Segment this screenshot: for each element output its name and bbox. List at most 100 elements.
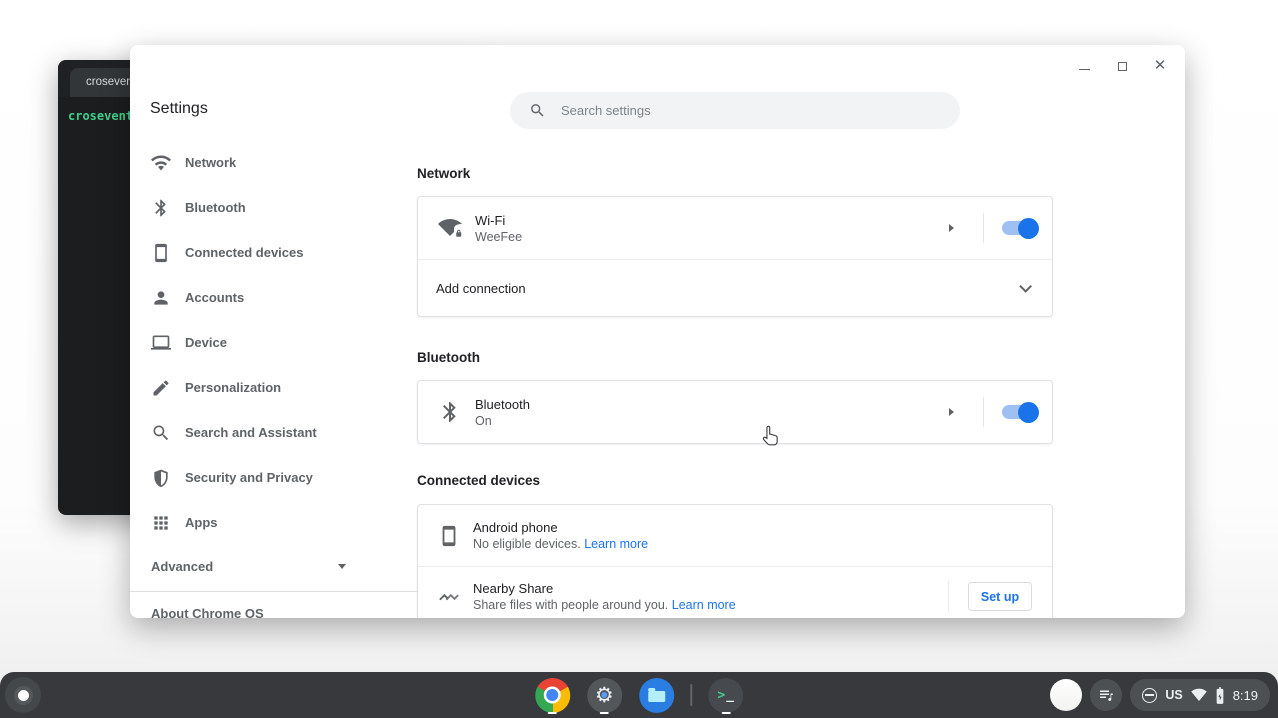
expand-chevron-icon[interactable] bbox=[1019, 280, 1032, 293]
person-icon bbox=[151, 288, 171, 308]
avatar[interactable] bbox=[1050, 679, 1082, 711]
bluetooth-toggle[interactable] bbox=[1002, 405, 1036, 419]
advanced-label: Advanced bbox=[151, 559, 213, 574]
search-placeholder: Search settings bbox=[561, 103, 651, 118]
clock: 8:19 bbox=[1233, 688, 1258, 703]
add-connection-row[interactable]: Add connection bbox=[418, 259, 1052, 316]
set-up-button[interactable]: Set up bbox=[968, 582, 1032, 611]
chromeos-desktop: crosevents crosevents ✕ Settings Search … bbox=[0, 0, 1278, 718]
arrow-right-icon bbox=[949, 408, 954, 416]
sidebar-item-bluetooth[interactable]: Bluetooth bbox=[130, 185, 430, 230]
bluetooth-icon bbox=[438, 400, 462, 424]
battery-charging-icon bbox=[1215, 687, 1225, 704]
nearby-share-row[interactable]: Nearby Share Share files with people aro… bbox=[418, 566, 1052, 618]
hand-cursor bbox=[760, 424, 781, 452]
wifi-network-name: WeeFee bbox=[475, 230, 522, 244]
magnifier-icon bbox=[151, 423, 171, 443]
add-connection-label: Add connection bbox=[436, 281, 526, 296]
wifi-row[interactable]: Wi-Fi WeeFee bbox=[418, 197, 1052, 259]
launcher-icon bbox=[14, 686, 33, 705]
section-heading-bluetooth: Bluetooth bbox=[417, 350, 480, 365]
sidebar-item-label: Apps bbox=[185, 515, 218, 530]
chevron-down-icon bbox=[338, 564, 346, 569]
sidebar-item-apps[interactable]: Apps bbox=[130, 500, 430, 545]
sidebar-advanced-expander[interactable]: Advanced bbox=[130, 545, 430, 587]
row-separator bbox=[983, 213, 984, 243]
launcher-button[interactable] bbox=[5, 677, 41, 713]
arrow-right-icon bbox=[949, 224, 954, 232]
bluetooth-title: Bluetooth bbox=[475, 397, 530, 412]
learn-more-link[interactable]: Learn more bbox=[672, 598, 736, 612]
system-tray: US 8:19 bbox=[1050, 672, 1270, 718]
connected-devices-card: Android phone No eligible devices. Learn… bbox=[417, 504, 1053, 618]
queue-music-icon bbox=[1097, 686, 1115, 704]
window-controls: ✕ bbox=[1077, 57, 1167, 75]
sidebar-item-label: Security and Privacy bbox=[185, 470, 313, 485]
section-heading-network: Network bbox=[417, 166, 470, 181]
shelf-divider bbox=[690, 684, 692, 706]
shelf: ⚙ >_ US 8:19 bbox=[0, 672, 1278, 718]
shelf-item-settings[interactable]: ⚙ bbox=[586, 676, 622, 714]
nearby-share-title: Nearby Share bbox=[473, 581, 736, 596]
smartphone-icon bbox=[151, 243, 171, 263]
sidebar-item-label: Connected devices bbox=[185, 245, 304, 260]
android-phone-subtitle: No eligible devices. Learn more bbox=[473, 537, 648, 551]
maximize-button[interactable] bbox=[1115, 59, 1129, 73]
laptop-icon bbox=[151, 333, 171, 353]
running-indicator bbox=[548, 712, 557, 715]
sidebar-item-label: Search and Assistant bbox=[185, 425, 317, 440]
keyboard-layout-label: US bbox=[1165, 688, 1182, 702]
sidebar-item-accounts[interactable]: Accounts bbox=[130, 275, 430, 320]
wifi-toggle[interactable] bbox=[1002, 221, 1036, 235]
section-heading-connected-devices: Connected devices bbox=[417, 473, 540, 488]
row-separator bbox=[948, 581, 949, 612]
shelf-apps: ⚙ >_ bbox=[534, 672, 744, 718]
page-title: Settings bbox=[150, 100, 208, 118]
bluetooth-icon bbox=[151, 198, 171, 218]
shelf-item-files[interactable] bbox=[638, 676, 674, 714]
sidebar-item-label: Accounts bbox=[185, 290, 244, 305]
row-separator bbox=[983, 397, 984, 427]
sidebar-item-label: Bluetooth bbox=[185, 200, 246, 215]
bluetooth-state: On bbox=[475, 414, 530, 428]
learn-more-link[interactable]: Learn more bbox=[584, 537, 648, 551]
settings-window: ✕ Settings Search settings Network Bluet… bbox=[130, 45, 1185, 618]
notification-queue-button[interactable] bbox=[1090, 679, 1122, 711]
sidebar-item-security-privacy[interactable]: Security and Privacy bbox=[130, 455, 430, 500]
apps-grid-icon bbox=[151, 513, 171, 533]
nearby-share-subtitle: Share files with people around you. Lear… bbox=[473, 598, 736, 612]
sidebar-item-connected-devices[interactable]: Connected devices bbox=[130, 230, 430, 275]
android-phone-icon bbox=[438, 525, 460, 547]
sidebar-item-personalization[interactable]: Personalization bbox=[130, 365, 430, 410]
status-area[interactable]: US 8:19 bbox=[1130, 679, 1270, 711]
close-button[interactable]: ✕ bbox=[1153, 59, 1167, 73]
android-phone-title: Android phone bbox=[473, 520, 648, 535]
shield-icon bbox=[151, 468, 171, 488]
brush-icon bbox=[151, 378, 171, 398]
android-phone-row[interactable]: Android phone No eligible devices. Learn… bbox=[418, 505, 1052, 566]
sidebar-item-label: Personalization bbox=[185, 380, 281, 395]
terminal-icon: >_ bbox=[708, 678, 743, 713]
wifi-title: Wi-Fi bbox=[475, 213, 522, 228]
settings-gear-icon: ⚙ bbox=[587, 678, 622, 713]
running-indicator bbox=[721, 712, 730, 715]
search-input[interactable]: Search settings bbox=[510, 92, 960, 129]
minimize-button[interactable] bbox=[1077, 59, 1091, 73]
sidebar-item-network[interactable]: Network bbox=[130, 140, 430, 185]
bluetooth-row[interactable]: Bluetooth On bbox=[418, 381, 1052, 443]
sidebar-item-label: Device bbox=[185, 335, 227, 350]
shelf-item-terminal[interactable]: >_ bbox=[708, 676, 744, 714]
sidebar-item-device[interactable]: Device bbox=[130, 320, 430, 365]
sidebar-divider bbox=[130, 591, 430, 592]
sidebar: Network Bluetooth Connected devices Acco… bbox=[130, 140, 430, 618]
network-card: Wi-Fi WeeFee Add connection bbox=[417, 196, 1053, 317]
shelf-item-chrome[interactable] bbox=[534, 676, 570, 714]
nearby-share-icon bbox=[438, 586, 460, 608]
sidebar-item-about-chromeos[interactable]: About Chrome OS bbox=[130, 606, 430, 618]
sidebar-item-label: Network bbox=[185, 155, 236, 170]
do-not-disturb-icon bbox=[1142, 688, 1157, 703]
wifi-lock-icon bbox=[438, 216, 462, 240]
wifi-icon bbox=[151, 153, 171, 173]
sidebar-item-search-assistant[interactable]: Search and Assistant bbox=[130, 410, 430, 455]
bluetooth-card: Bluetooth On bbox=[417, 380, 1053, 444]
